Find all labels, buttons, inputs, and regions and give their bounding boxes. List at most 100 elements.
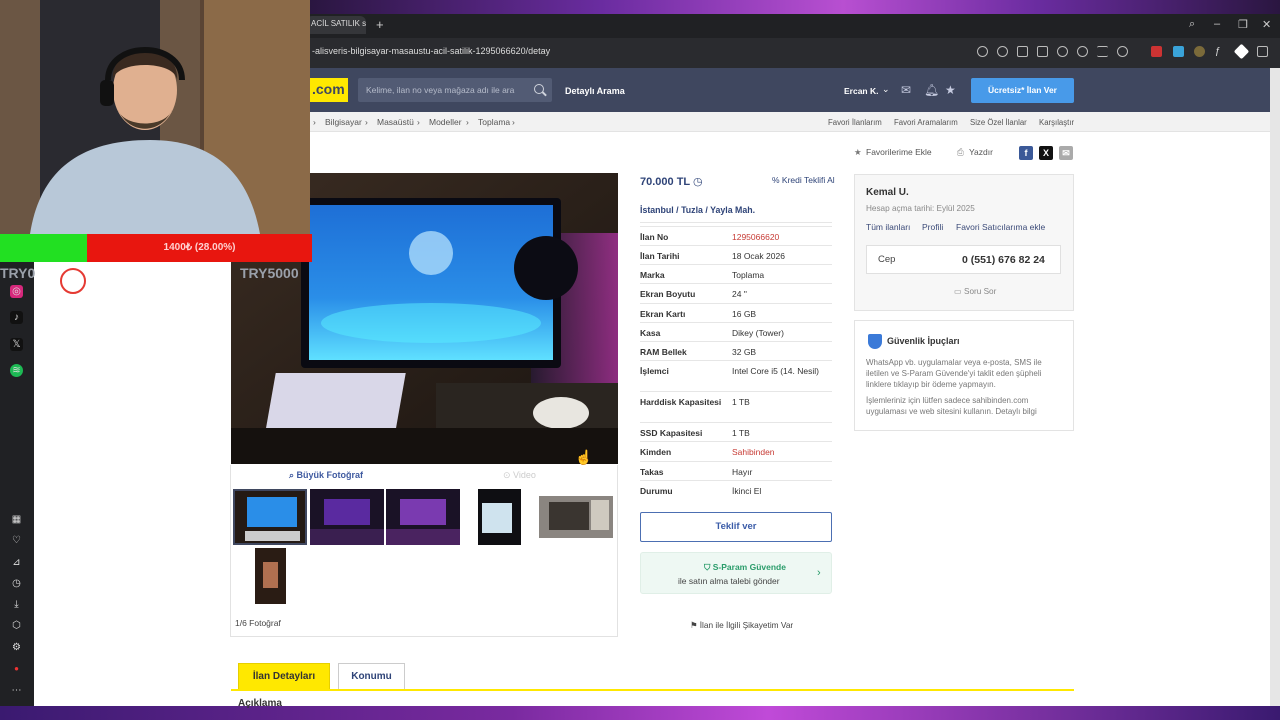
- seller-name[interactable]: Kemal U.: [866, 187, 909, 198]
- large-photo-link[interactable]: ⌕ Büyük Fotoğraf: [289, 470, 363, 481]
- ask-label: Soru Sor: [964, 287, 997, 296]
- post-listing-button[interactable]: Ücretsiz* İlan Ver: [971, 78, 1074, 103]
- minimize-button[interactable]: –: [1214, 18, 1220, 30]
- credit-offer-link[interactable]: % Kredi Teklifi Al: [772, 175, 835, 185]
- breadcrumb-item[interactable]: Modeller: [429, 117, 462, 127]
- history-icon[interactable]: ◷: [10, 577, 23, 590]
- print-button[interactable]: Yazdır: [969, 147, 993, 157]
- detail-label: Durumu: [640, 486, 673, 496]
- breadcrumb-item[interactable]: Toplama: [478, 117, 510, 127]
- breadcrumb-item[interactable]: Masaüstü: [377, 117, 414, 127]
- photo-thumbnail[interactable]: [386, 489, 460, 545]
- cube-icon[interactable]: [1257, 46, 1268, 57]
- zoom-icon[interactable]: [997, 46, 1008, 57]
- photo-thumbnail[interactable]: [478, 489, 521, 545]
- restore-button[interactable]: ❐: [1238, 18, 1248, 31]
- sparam-subtitle: ile satın alma talebi gönder: [678, 576, 780, 586]
- add-favorite-button[interactable]: Favorilerime Ekle: [866, 147, 932, 157]
- phone-number[interactable]: 0 (551) 676 82 24: [962, 254, 1045, 266]
- favorite-seller-link[interactable]: Favori Satıcılarıma ekle: [956, 222, 1045, 232]
- pen-icon[interactable]: ƒ: [1215, 46, 1226, 57]
- favorite-searches-link[interactable]: Favori Aramalarım: [894, 118, 958, 127]
- facebook-icon[interactable]: f: [1019, 146, 1033, 160]
- complaint-link[interactable]: ⚑ İlan ile İlgili Şikayetim Var: [690, 620, 793, 630]
- bell-icon[interactable]: 🔔︎: [924, 84, 939, 96]
- safety-title: Güvenlik İpuçları: [887, 336, 960, 346]
- extension-icon[interactable]: [1194, 46, 1205, 57]
- browser-tab[interactable]: ACİL SATILIK sa: [306, 16, 366, 34]
- special-listings-link[interactable]: Size Özel İlanlar: [970, 118, 1027, 127]
- history-icon[interactable]: ◷: [693, 176, 703, 188]
- search-tabs-icon[interactable]: ⌕: [1189, 18, 1195, 31]
- photo-thumbnail[interactable]: [255, 548, 286, 604]
- detail-row: Ekran Kartı 16 GB: [640, 303, 832, 322]
- user-menu[interactable]: Ercan K.: [844, 86, 879, 96]
- tab-location[interactable]: Konumu: [338, 663, 405, 689]
- detail-value: Dikey (Tower): [732, 328, 784, 338]
- location-neighborhood[interactable]: Yayla Mah.: [710, 205, 755, 215]
- browser-sidebar: [0, 262, 34, 706]
- heart-icon[interactable]: ♡: [10, 534, 23, 547]
- location-city[interactable]: İstanbul: [640, 205, 674, 215]
- detail-value[interactable]: Sahibinden: [732, 447, 828, 457]
- detail-value[interactable]: 1295066620: [732, 232, 828, 242]
- ask-question-button[interactable]: ▭ Soru Sor: [954, 286, 996, 296]
- chevron-right-icon[interactable]: ›: [817, 567, 821, 579]
- key-icon[interactable]: [977, 46, 988, 57]
- record-icon[interactable]: ●: [10, 662, 23, 675]
- spotify-icon[interactable]: ≋: [10, 364, 23, 377]
- photo-thumbnail[interactable]: [310, 489, 384, 545]
- photo-thumbnail[interactable]: [233, 489, 307, 545]
- location-district[interactable]: Tuzla: [681, 205, 703, 215]
- print-icon: ⎙: [957, 147, 964, 157]
- breadcrumb-item[interactable]: Bilgisayar: [325, 117, 362, 127]
- close-window-button[interactable]: ✕: [1262, 18, 1271, 31]
- detailed-search-link[interactable]: Detaylı Arama: [565, 86, 625, 96]
- detail-value: 24 ": [732, 289, 747, 299]
- favorite-listings-link[interactable]: Favori İlanlarım: [828, 118, 882, 127]
- flag-icon: ⚑: [690, 620, 700, 630]
- shield-icon[interactable]: [1057, 46, 1068, 57]
- more-icon[interactable]: ⋯: [10, 684, 23, 697]
- instagram-icon[interactable]: ◎: [10, 285, 23, 298]
- detail-label: Takas: [640, 467, 664, 477]
- detail-value: 1 TB: [732, 397, 750, 407]
- mail-icon[interactable]: ✉: [1059, 146, 1073, 160]
- url-field[interactable]: -alisveris-bilgisayar-masaustu-acil-sati…: [312, 46, 550, 56]
- make-offer-button[interactable]: Teklif ver: [640, 512, 832, 542]
- x-icon[interactable]: X: [1039, 146, 1053, 160]
- site-logo[interactable]: .com: [310, 78, 348, 102]
- tab-listing-details[interactable]: İlan Detayları: [238, 663, 330, 689]
- detail-label: Ekran Kartı: [640, 309, 686, 319]
- seller-profile-link[interactable]: Profili: [922, 222, 943, 232]
- camera-icon[interactable]: [1037, 46, 1048, 57]
- seller-all-listings-link[interactable]: Tüm ilanları: [866, 222, 910, 232]
- extension-icon[interactable]: [1151, 46, 1162, 57]
- settings-icon[interactable]: ⚙: [10, 641, 23, 654]
- new-tab-button[interactable]: +: [376, 18, 384, 32]
- breadcrumb-separator: ›: [512, 117, 515, 127]
- video-link[interactable]: ⊙ Video: [503, 470, 536, 481]
- menu-icon[interactable]: [1097, 46, 1108, 57]
- search-input[interactable]: Kelime, ilan no veya mağaza adı ile ara: [358, 78, 552, 102]
- edit-icon[interactable]: [1017, 46, 1028, 57]
- chevron-down-icon[interactable]: ⌄: [882, 84, 890, 95]
- chart-icon[interactable]: ⊿: [10, 556, 23, 569]
- compare-link[interactable]: Karşılaştır: [1039, 118, 1074, 127]
- detail-row: RAM Bellek 32 GB: [640, 341, 832, 360]
- grid-icon[interactable]: ▦: [10, 513, 23, 526]
- search-icon[interactable]: [534, 84, 544, 94]
- extension-icon[interactable]: [1173, 46, 1184, 57]
- heart-icon[interactable]: [1077, 46, 1088, 57]
- x-icon[interactable]: 𝕏: [10, 338, 23, 351]
- star-icon[interactable]: ★: [945, 84, 956, 96]
- scrollbar[interactable]: [1270, 68, 1280, 706]
- photo-thumbnail[interactable]: [539, 496, 613, 538]
- tiktok-icon[interactable]: ♪: [10, 311, 23, 324]
- download-icon[interactable]: ⤓: [10, 598, 23, 611]
- cube-icon[interactable]: ⬡: [10, 619, 23, 632]
- webcam-overlay: [0, 0, 310, 234]
- sparam-box[interactable]: [640, 552, 832, 594]
- mail-icon[interactable]: ✉: [901, 84, 911, 96]
- profile-icon[interactable]: [1117, 46, 1128, 57]
